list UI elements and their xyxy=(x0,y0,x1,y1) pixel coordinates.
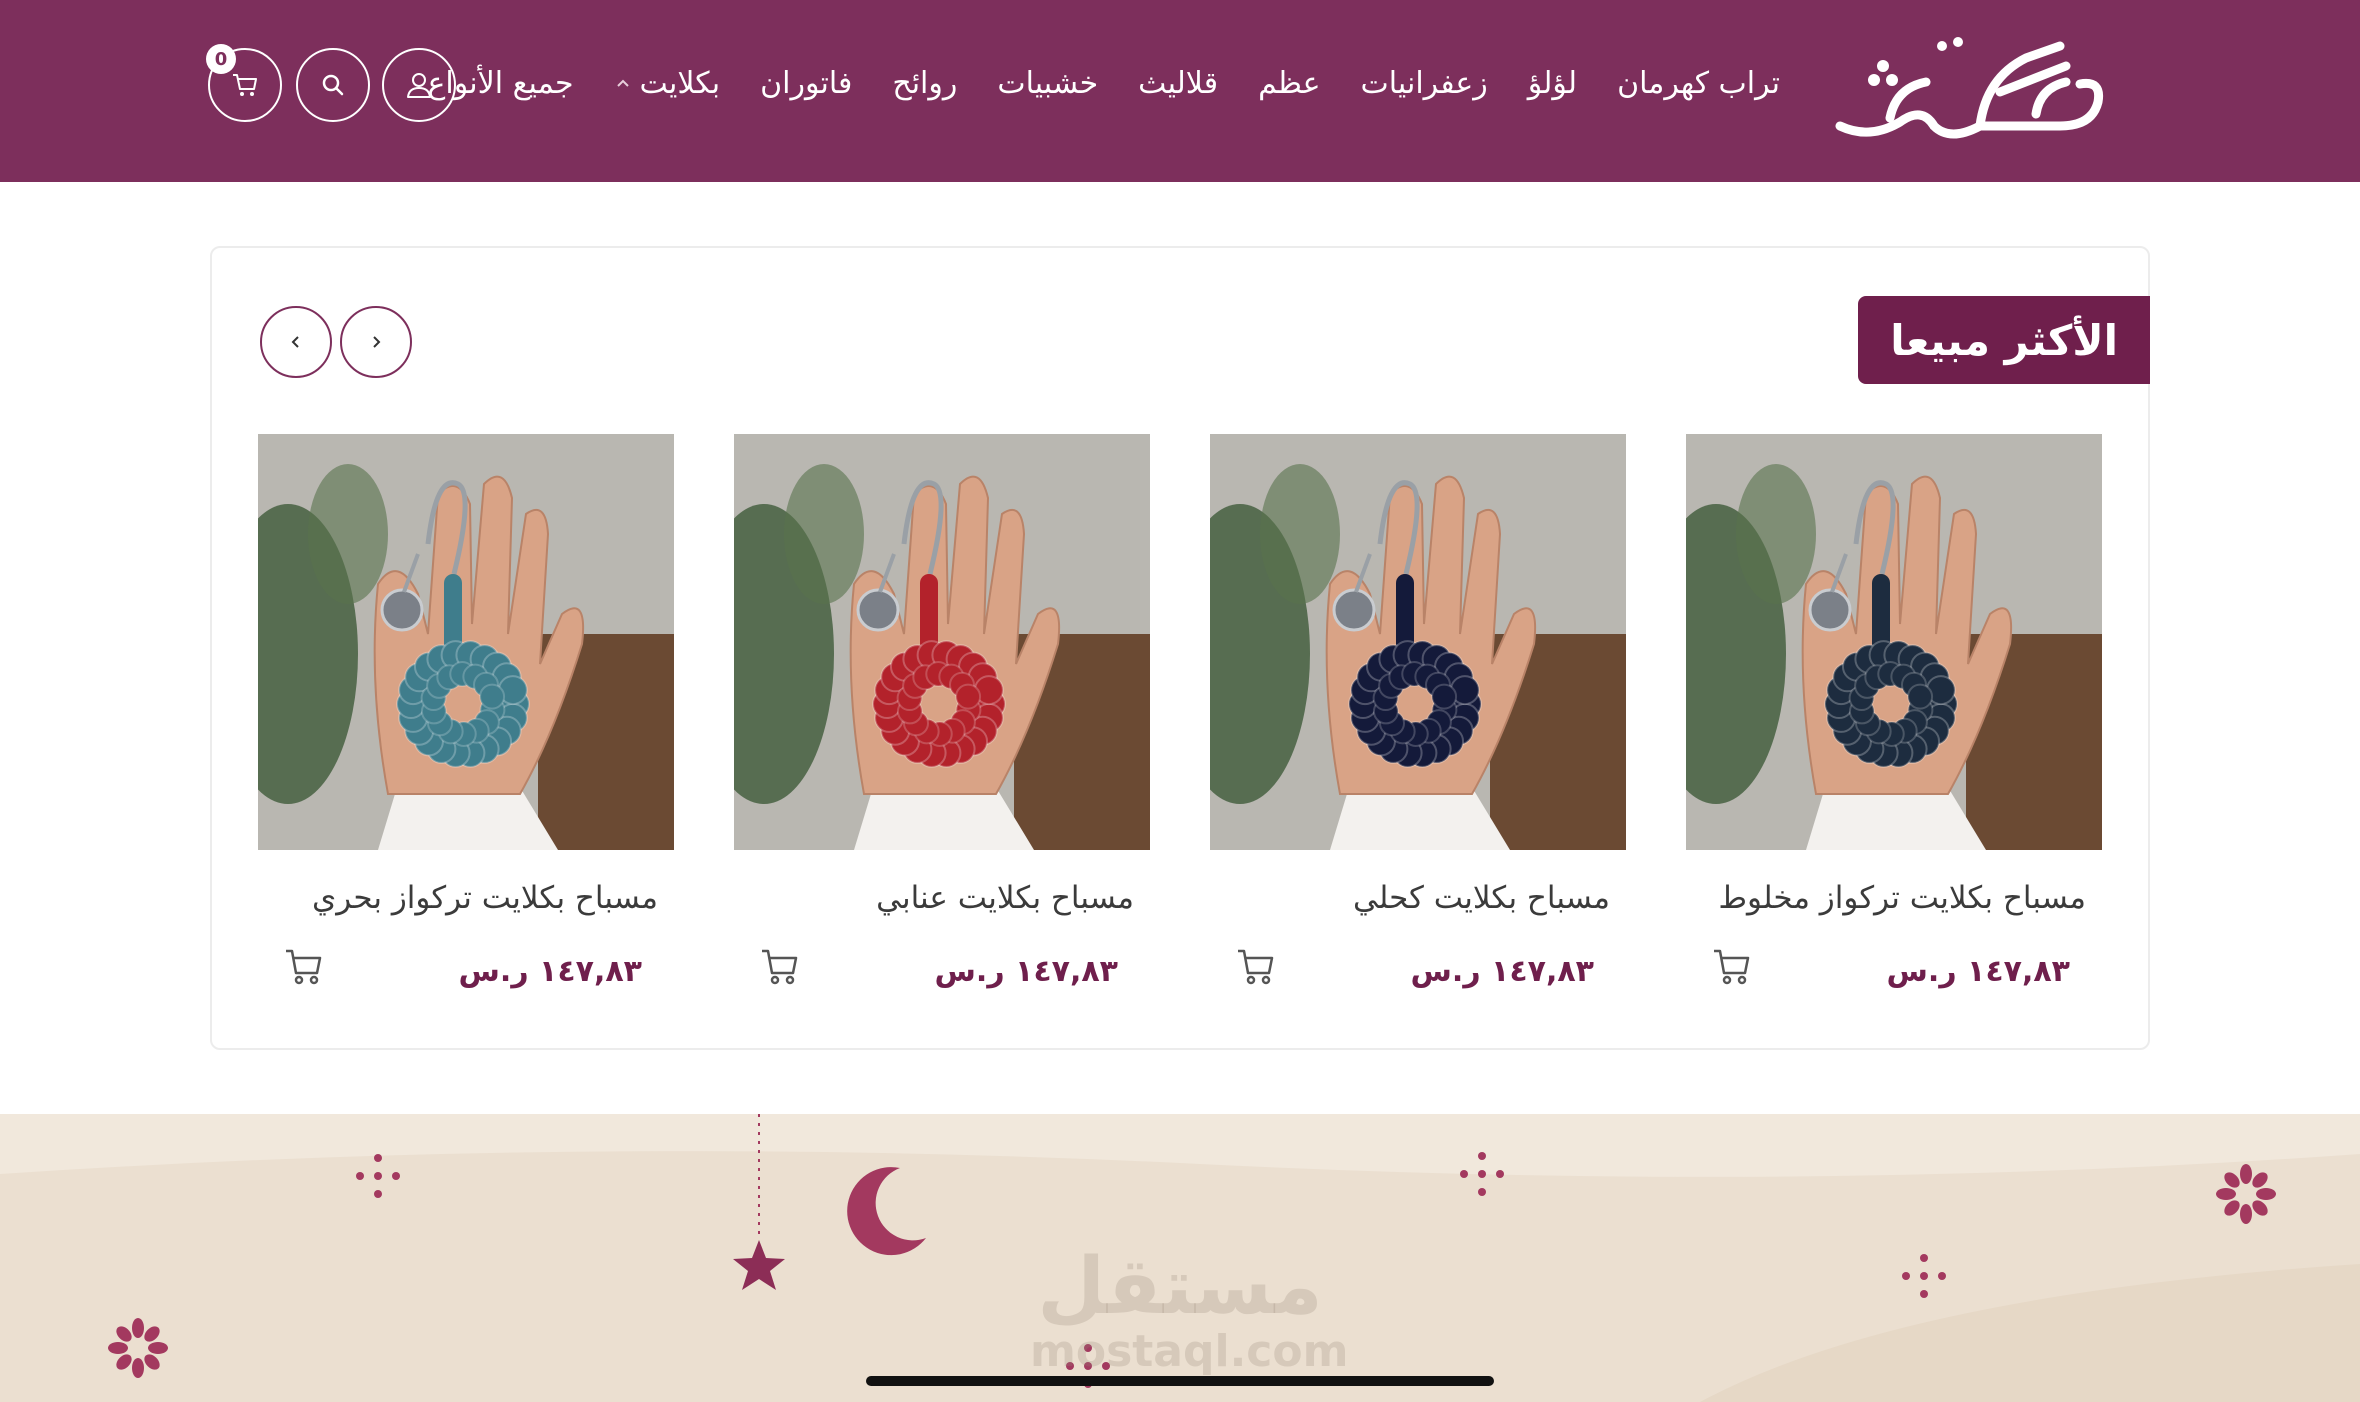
nav-item-bakelite[interactable]: بكلايت xyxy=(614,65,721,101)
logo-calligraphy-icon xyxy=(1835,37,2104,139)
nav-item-saffron[interactable]: زعفرانيات xyxy=(1361,66,1488,101)
carousel-prev-button[interactable] xyxy=(340,306,412,378)
cart-icon xyxy=(1238,949,1274,985)
product-name[interactable]: مسباح بكلايت تركواز مخلوط xyxy=(1686,880,2086,916)
nav-label: روائح xyxy=(892,65,958,101)
nav-label: زعفرانيات xyxy=(1360,65,1488,101)
product-price: ١٤٧,٨٣ ر.س xyxy=(458,954,642,989)
nav-label: تراب كهرمان xyxy=(1617,65,1780,101)
home-indicator xyxy=(866,1376,1494,1386)
product-carousel: مسباح بكلايت تركواز مخلوط ١٤٧,٨٣ ر.س مسب… xyxy=(212,434,2152,1034)
prayer-beads-photo xyxy=(1686,434,2102,850)
prayer-beads-photo xyxy=(1210,434,1626,850)
cart-icon xyxy=(762,949,798,985)
product-price: ١٤٧,٨٣ ر.س xyxy=(1410,954,1594,989)
add-to-cart-button[interactable] xyxy=(1232,942,1280,990)
product-image[interactable] xyxy=(1210,434,1626,850)
carousel-next-button[interactable] xyxy=(260,306,332,378)
nav-item-pearl[interactable]: لؤلؤ xyxy=(1528,66,1577,101)
account-button[interactable] xyxy=(382,48,456,122)
product-card: مسباح بكلايت تركواز بحري ١٤٧,٨٣ ر.س xyxy=(258,434,674,1034)
prayer-beads-photo xyxy=(734,434,1150,850)
nav-label: لؤلؤ xyxy=(1527,65,1578,101)
watermark-latin: mostaql.com xyxy=(1030,1326,1349,1377)
chevron-left-icon xyxy=(291,336,299,348)
product-image[interactable] xyxy=(1686,434,2102,850)
nav-item-bone[interactable]: عظم xyxy=(1258,66,1320,101)
product-card: مسباح بكلايت كحلي ١٤٧,٨٣ ر.س xyxy=(1210,434,1626,1034)
user-icon xyxy=(407,73,431,98)
product-price: ١٤٧,٨٣ ر.س xyxy=(934,954,1118,989)
chevron-right-icon xyxy=(373,336,381,348)
nav-item-scents[interactable]: روائح xyxy=(892,66,957,101)
cart-icon xyxy=(286,949,322,985)
search-icon xyxy=(322,74,344,96)
prayer-beads-photo xyxy=(258,434,674,850)
nav-item-qalaleeth[interactable]: قلاليث xyxy=(1138,66,1218,101)
nav-item-faturan[interactable]: فاتوران xyxy=(760,66,852,101)
product-name[interactable]: مسباح بكلايت عنابي xyxy=(734,880,1134,916)
chevron-up-icon xyxy=(616,79,629,87)
watermark-arabic: مستقل xyxy=(1037,1242,1323,1332)
nav-label: فاتوران xyxy=(760,65,853,101)
nav-label: عظم xyxy=(1258,65,1321,101)
nav-label: قلاليث xyxy=(1138,65,1219,101)
add-to-cart-button[interactable] xyxy=(756,942,804,990)
add-to-cart-button[interactable] xyxy=(1708,942,1756,990)
product-price: ١٤٧,٨٣ ر.س xyxy=(1886,954,2070,989)
add-to-cart-button[interactable] xyxy=(280,942,328,990)
product-image[interactable] xyxy=(258,434,674,850)
product-image[interactable] xyxy=(734,434,1150,850)
site-logo[interactable] xyxy=(1830,18,2120,148)
site-header: جميع الأنواع بكلايت فاتوران روائح خشبيات… xyxy=(0,0,2360,182)
product-card: مسباح بكلايت عنابي ١٤٧,٨٣ ر.س xyxy=(734,434,1150,1034)
cart-count-badge: 0 xyxy=(206,44,236,74)
cart-button[interactable]: 0 xyxy=(206,44,282,122)
product-card: مسباح بكلايت تركواز مخلوط ١٤٧,٨٣ ر.س xyxy=(1686,434,2102,1034)
section-title: الأكثر مبيعا xyxy=(1858,296,2150,384)
product-name[interactable]: مسباح بكلايت تركواز بحري xyxy=(258,880,658,916)
product-name[interactable]: مسباح بكلايت كحلي xyxy=(1210,880,1610,916)
cart-icon xyxy=(233,74,257,96)
nav-label: خشبيات xyxy=(997,65,1099,101)
nav-item-amber-dust[interactable]: تراب كهرمان xyxy=(1617,66,1780,101)
watermark: مستقل mostaql.com xyxy=(1030,1242,1349,1377)
cart-icon xyxy=(1714,949,1750,985)
search-button[interactable] xyxy=(296,48,370,122)
nav-item-wood[interactable]: خشبيات xyxy=(997,66,1098,101)
nav-label: بكلايت xyxy=(639,65,721,101)
main-nav: جميع الأنواع بكلايت فاتوران روائح خشبيات… xyxy=(428,58,1780,108)
best-sellers-section: الأكثر مبيعا مسباح بكلايت تركواز مخلوط ١… xyxy=(210,246,2150,1050)
